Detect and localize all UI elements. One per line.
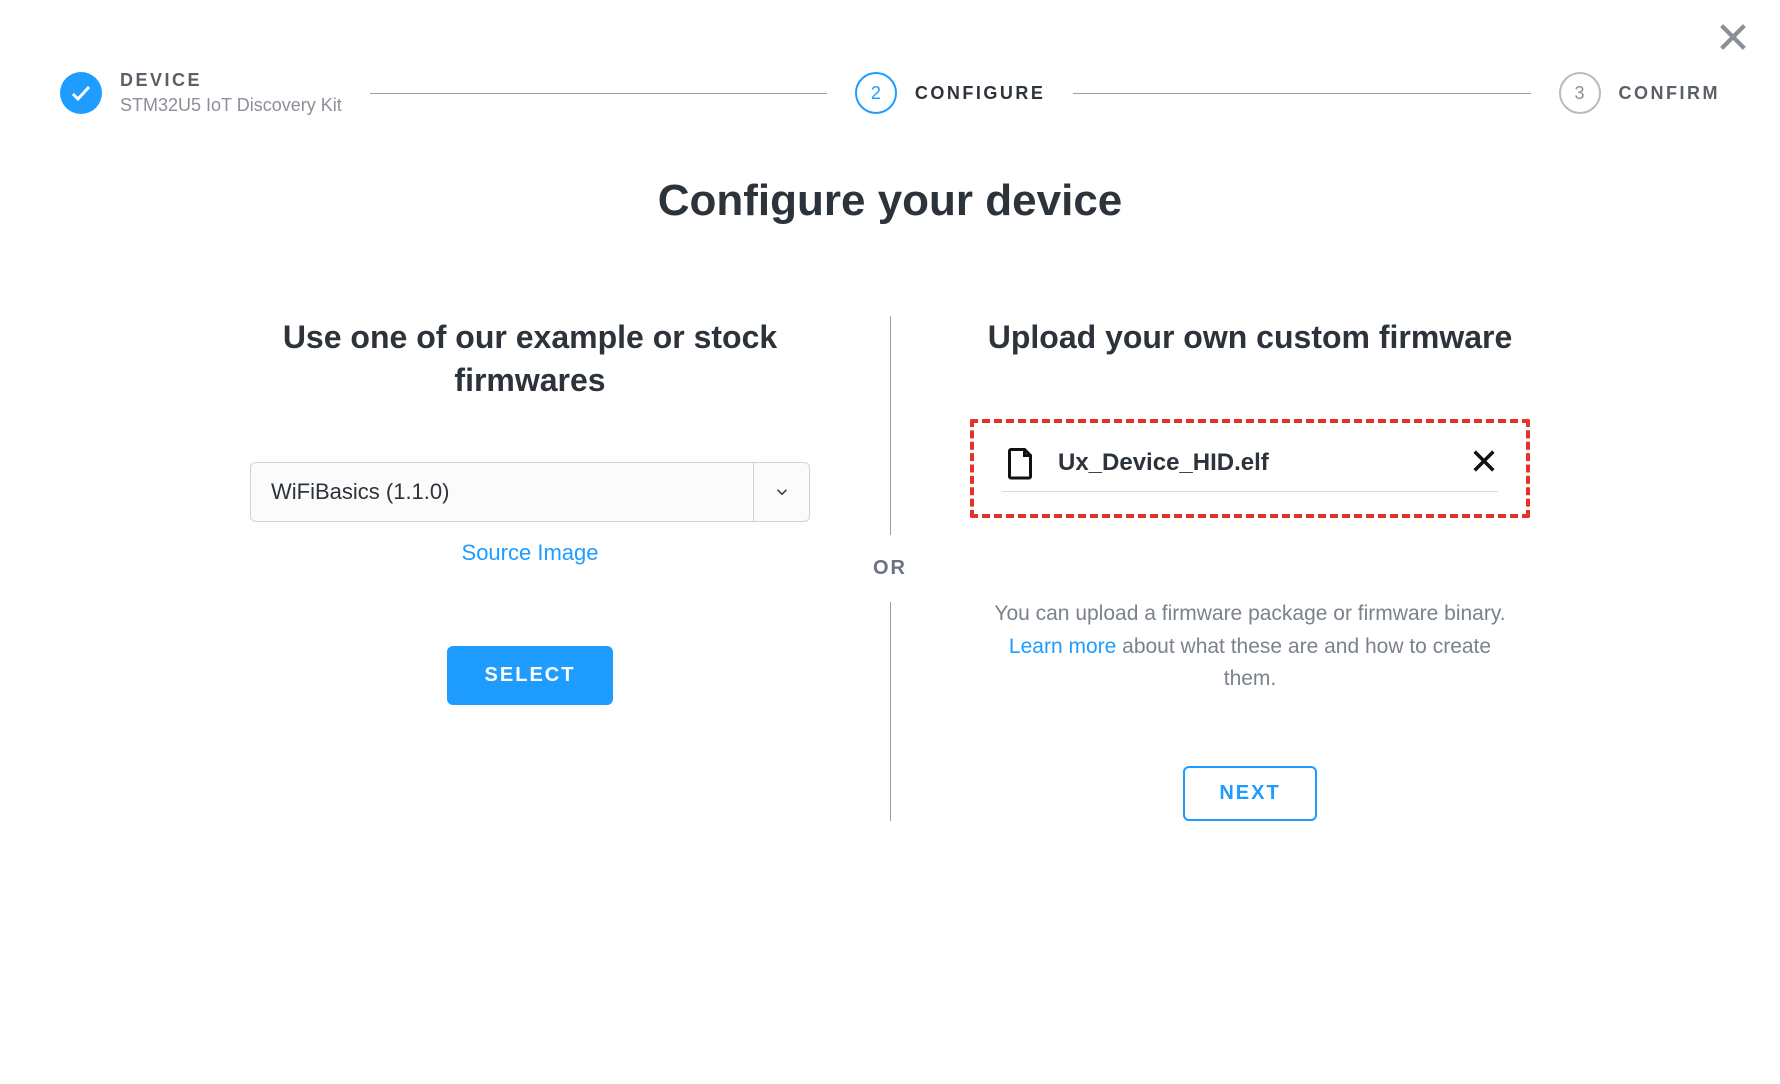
column-divider: OR [850, 316, 930, 821]
select-button[interactable]: SELECT [447, 646, 614, 705]
step-confirm-circle: 3 [1559, 72, 1601, 114]
stepper: DEVICE STM32U5 IoT Discovery Kit 2 CONFI… [60, 70, 1720, 116]
file-icon [1002, 445, 1038, 481]
uploaded-file-row: Ux_Device_HID.elf [1002, 445, 1498, 492]
step-confirm-title: CONFIRM [1619, 83, 1721, 104]
configure-columns: Use one of our example or stock firmware… [60, 316, 1720, 821]
stepper-line [1073, 93, 1530, 94]
close-icon [1716, 20, 1750, 54]
source-image-link[interactable]: Source Image [462, 540, 599, 566]
next-button[interactable]: NEXT [1183, 766, 1316, 821]
close-icon [1470, 447, 1498, 475]
divider-label: OR [873, 535, 907, 602]
step-device-subtitle: STM32U5 IoT Discovery Kit [120, 95, 342, 116]
stepper-line [370, 93, 827, 94]
firmware-dropdown[interactable]: WiFiBasics (1.1.0) [250, 462, 810, 522]
custom-firmware-column: Upload your own custom firmware Ux_Devic… [930, 316, 1570, 821]
stock-firmware-column: Use one of our example or stock firmware… [210, 316, 850, 705]
step-device[interactable]: DEVICE STM32U5 IoT Discovery Kit [60, 70, 342, 116]
uploaded-file-name: Ux_Device_HID.elf [1058, 449, 1450, 477]
step-confirm[interactable]: 3 CONFIRM [1559, 72, 1721, 114]
step-configure-circle: 2 [855, 72, 897, 114]
firmware-upload-dropzone[interactable]: Ux_Device_HID.elf [970, 419, 1530, 518]
step-configure-title: CONFIGURE [915, 83, 1046, 104]
step-device-title: DEVICE [120, 70, 342, 91]
page-title: Configure your device [60, 176, 1720, 226]
chevron-down-icon [773, 483, 791, 501]
upload-help-text: You can upload a firmware package or fir… [990, 598, 1510, 696]
step-device-circle [60, 72, 102, 114]
close-button[interactable] [1716, 20, 1750, 59]
custom-firmware-heading: Upload your own custom firmware [988, 316, 1513, 359]
firmware-dropdown-value: WiFiBasics (1.1.0) [251, 463, 753, 521]
firmware-dropdown-toggle[interactable] [753, 463, 809, 521]
step-configure[interactable]: 2 CONFIGURE [855, 72, 1046, 114]
learn-more-link[interactable]: Learn more [1009, 635, 1116, 658]
remove-file-button[interactable] [1470, 447, 1498, 480]
checkmark-icon [69, 81, 93, 105]
stock-firmware-heading: Use one of our example or stock firmware… [250, 316, 810, 402]
